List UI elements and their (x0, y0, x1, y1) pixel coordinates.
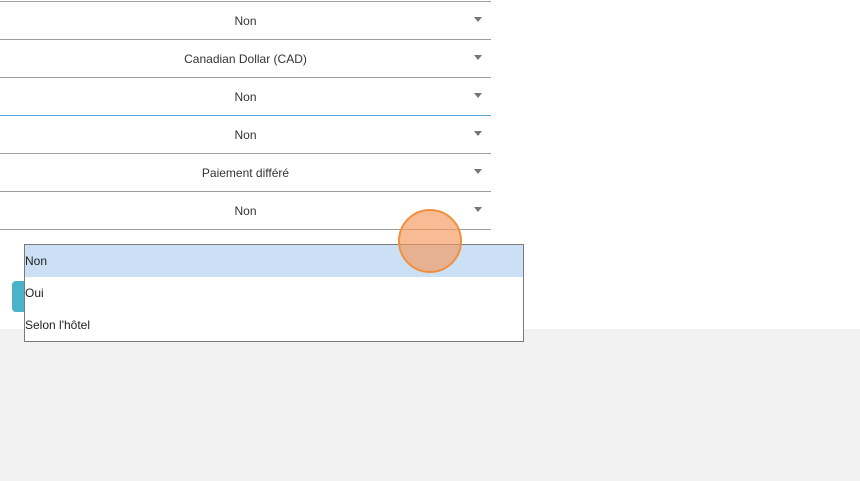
caret-down-icon (474, 92, 482, 98)
caret-down-icon (474, 130, 482, 136)
currency-select[interactable]: Canadian Dollar (CAD) (0, 40, 491, 78)
footer-area (0, 329, 860, 481)
payment-select[interactable]: Paiement différé (0, 154, 491, 192)
select-field-6[interactable]: Non (0, 192, 491, 230)
select-field-4[interactable]: Non (0, 116, 491, 154)
select-value: Canadian Dollar (CAD) (184, 51, 307, 66)
caret-down-icon (474, 206, 482, 212)
caret-down-icon (474, 168, 482, 174)
select-field-1[interactable]: Non (0, 2, 491, 40)
select-value: Non (234, 89, 257, 104)
select-value: Non (234, 127, 257, 142)
dropdown-option-non[interactable]: Non (25, 245, 523, 277)
caret-down-icon (474, 16, 482, 22)
select-value: Paiement différé (201, 165, 290, 180)
dropdown-option-oui[interactable]: Oui (25, 277, 523, 309)
page: Non Canadian Dollar (CAD) Non Non Paieme… (0, 0, 860, 481)
dropdown-option-selon-hotel[interactable]: Selon l'hôtel (25, 309, 523, 341)
select-value: Non (234, 203, 257, 218)
caret-down-icon (474, 54, 482, 60)
select-field-3[interactable]: Non (0, 78, 491, 116)
select-value: Non (234, 13, 257, 28)
dropdown-list[interactable]: Non Oui Selon l'hôtel (24, 244, 524, 342)
